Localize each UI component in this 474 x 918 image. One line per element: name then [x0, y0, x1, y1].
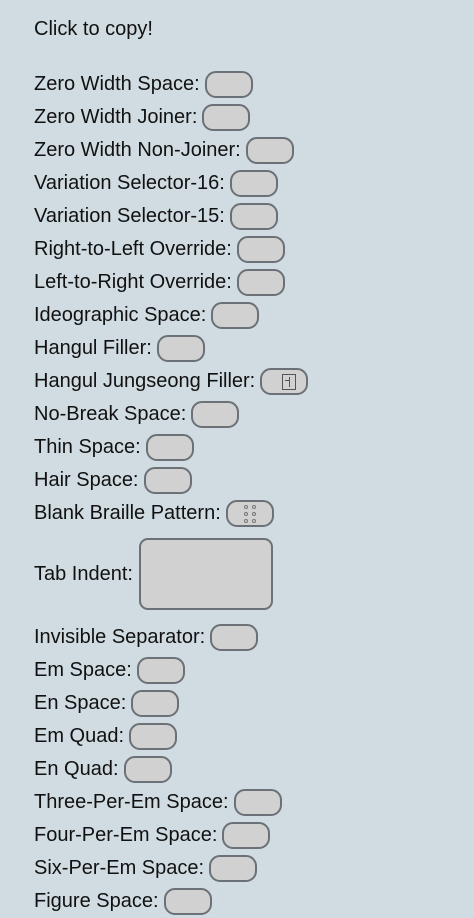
- page-title: Click to copy!: [34, 18, 153, 40]
- row-thin-space: Thin Space:: [34, 431, 474, 464]
- label-hair-space: Hair Space:: [34, 469, 139, 491]
- copy-three-per-em-space-button[interactable]: [233, 789, 282, 816]
- row-blank-braille-pattern: Blank Braille Pattern:: [34, 497, 474, 530]
- copy-no-break-space-button[interactable]: [191, 401, 240, 428]
- copy-em-space-button[interactable]: [136, 657, 185, 684]
- character-list: Zero Width Space: Zero Width Joiner: Zer…: [34, 68, 474, 918]
- label-six-per-em-space: Six-Per-Em Space:: [34, 857, 205, 879]
- row-variation-selector-16: Variation Selector-16:: [34, 167, 474, 200]
- row-zero-width-joiner: Zero Width Joiner:: [34, 101, 474, 134]
- row-em-quad: Em Quad:: [34, 720, 474, 753]
- copy-right-to-left-override-button[interactable]: [236, 236, 285, 263]
- copy-thin-space-button[interactable]: [145, 434, 194, 461]
- row-zero-width-space: Zero Width Space:: [34, 68, 474, 101]
- copy-left-to-right-override-button[interactable]: [236, 269, 285, 296]
- row-no-break-space: No-Break Space:: [34, 398, 474, 431]
- label-tab-indent: Tab Indent:: [34, 562, 133, 585]
- row-left-to-right-override: Left-to-Right Override:: [34, 266, 474, 299]
- row-hangul-filler: Hangul Filler:: [34, 332, 474, 365]
- label-ideographic-space: Ideographic Space:: [34, 304, 207, 326]
- copy-six-per-em-space-button[interactable]: [209, 855, 258, 882]
- label-em-space: Em Space:: [34, 659, 132, 681]
- copy-en-space-button[interactable]: [131, 690, 180, 717]
- missing-glyph-icon: [282, 373, 297, 390]
- braille-dots-icon: [243, 504, 256, 523]
- label-zero-width-non-joiner: Zero Width Non-Joiner:: [34, 139, 241, 161]
- row-invisible-separator: Invisible Separator:: [34, 621, 474, 654]
- row-ideographic-space: Ideographic Space:: [34, 299, 474, 332]
- label-hangul-filler: Hangul Filler:: [34, 337, 152, 359]
- label-figure-space: Figure Space:: [34, 890, 159, 912]
- label-zero-width-joiner: Zero Width Joiner:: [34, 106, 198, 128]
- copy-page: Click to copy! Zero Width Space: Zero Wi…: [34, 16, 474, 918]
- row-three-per-em-space: Three-Per-Em Space:: [34, 786, 474, 819]
- label-hangul-jungseong-filler: Hangul Jungseong Filler:: [34, 370, 256, 392]
- label-no-break-space: No-Break Space:: [34, 403, 187, 425]
- row-en-quad: En Quad:: [34, 753, 474, 786]
- copy-zero-width-joiner-button[interactable]: [202, 104, 251, 131]
- row-four-per-em-space: Four-Per-Em Space:: [34, 819, 474, 852]
- copy-tab-indent-button[interactable]: [138, 538, 273, 610]
- copy-em-quad-button[interactable]: [129, 723, 178, 750]
- copy-four-per-em-space-button[interactable]: [222, 822, 271, 849]
- label-en-space: En Space:: [34, 692, 127, 714]
- label-four-per-em-space: Four-Per-Em Space:: [34, 824, 218, 846]
- row-figure-space: Figure Space:: [34, 885, 474, 918]
- label-zero-width-space: Zero Width Space:: [34, 73, 200, 95]
- copy-variation-selector-15-button[interactable]: [229, 203, 278, 230]
- copy-zero-width-non-joiner-button[interactable]: [245, 137, 294, 164]
- row-em-space: Em Space:: [34, 654, 474, 687]
- row-hangul-jungseong-filler: Hangul Jungseong Filler:: [34, 365, 474, 398]
- label-variation-selector-15: Variation Selector-15:: [34, 205, 225, 227]
- label-blank-braille-pattern: Blank Braille Pattern:: [34, 502, 221, 524]
- row-en-space: En Space:: [34, 687, 474, 720]
- label-left-to-right-override: Left-to-Right Override:: [34, 271, 232, 293]
- label-variation-selector-16: Variation Selector-16:: [34, 172, 225, 194]
- copy-hair-space-button[interactable]: [143, 467, 192, 494]
- copy-zero-width-space-button[interactable]: [204, 71, 253, 98]
- label-en-quad: En Quad:: [34, 758, 119, 780]
- label-thin-space: Thin Space:: [34, 436, 141, 458]
- row-variation-selector-15: Variation Selector-15:: [34, 200, 474, 233]
- label-invisible-separator: Invisible Separator:: [34, 626, 206, 648]
- row-six-per-em-space: Six-Per-Em Space:: [34, 852, 474, 885]
- row-zero-width-non-joiner: Zero Width Non-Joiner:: [34, 134, 474, 167]
- copy-en-quad-button[interactable]: [123, 756, 172, 783]
- row-tab-indent: Tab Indent:: [34, 530, 474, 618]
- copy-hangul-filler-button[interactable]: [156, 335, 205, 362]
- label-em-quad: Em Quad:: [34, 725, 125, 747]
- label-three-per-em-space: Three-Per-Em Space:: [34, 791, 229, 813]
- label-right-to-left-override: Right-to-Left Override:: [34, 238, 232, 260]
- copy-blank-braille-pattern-button[interactable]: [225, 500, 274, 527]
- copy-invisible-separator-button[interactable]: [210, 624, 259, 651]
- row-hair-space: Hair Space:: [34, 464, 474, 497]
- copy-ideographic-space-button[interactable]: [211, 302, 260, 329]
- copy-hangul-jungseong-filler-button[interactable]: [260, 368, 309, 395]
- copy-figure-space-button[interactable]: [163, 888, 212, 915]
- copy-variation-selector-16-button[interactable]: [229, 170, 278, 197]
- row-right-to-left-override: Right-to-Left Override:: [34, 233, 474, 266]
